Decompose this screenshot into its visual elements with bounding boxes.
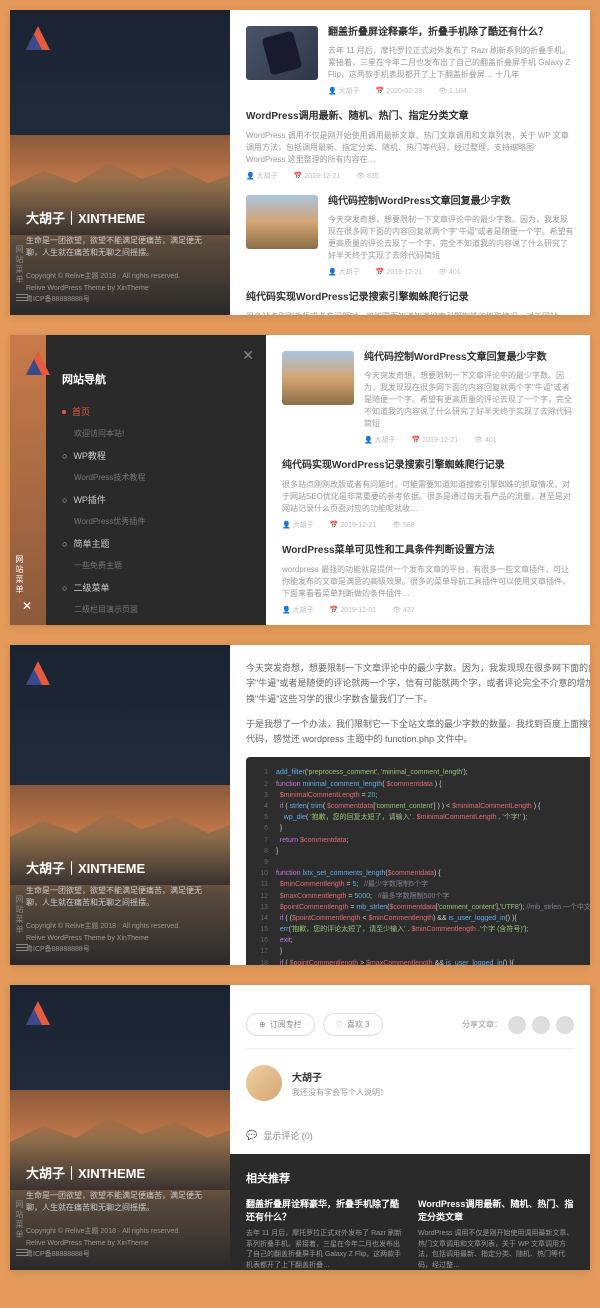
nav-panel: ✕ 网站导航 首页 欢迎访问本站! ○ WP教程 WordPress技术教程 ○… bbox=[46, 335, 266, 625]
close-icon[interactable]: ✕ bbox=[242, 347, 254, 364]
post-item[interactable]: 翻盖折叠屏诠释豪华，折叠手机除了酷还有什么？ 去年 11 月后，摩托罗拉正式对外… bbox=[246, 26, 574, 96]
like-button[interactable]: ♡ 喜欢 3 bbox=[323, 1013, 383, 1036]
avatar[interactable] bbox=[246, 1065, 282, 1101]
article-content: 今天突发奇想，想要限制一下文章评论中的最少字数。因为，我发现现在很多网下面的内容… bbox=[230, 645, 590, 965]
related-item[interactable]: 翻盖折叠屏诠释豪华，折叠手机除了酷还有什么？ 去年 11 月后，摩托罗拉正式对外… bbox=[246, 1198, 402, 1270]
site-logo[interactable] bbox=[22, 347, 54, 379]
post-title[interactable]: 纯代码控制WordPress文章回复最少字数 bbox=[328, 195, 574, 209]
comment-toggle[interactable]: 💬显示评论 (0) bbox=[246, 1117, 574, 1154]
article-footer: ⊕ 订阅专栏 ♡ 喜欢 3 分享文章： 大胡子 我还没有学会写个人说明！ 💬显示… bbox=[230, 985, 590, 1270]
comment-icon: 💬 bbox=[246, 1130, 257, 1141]
nav-title: 网站导航 bbox=[62, 371, 250, 387]
post-title[interactable]: 翻盖折叠屏诠释豪华，折叠手机除了酷还有什么？ bbox=[328, 26, 574, 40]
share-qq-icon[interactable] bbox=[556, 1016, 574, 1034]
post-thumbnail bbox=[246, 195, 318, 249]
post-thumbnail bbox=[246, 26, 318, 80]
action-bar: ⊕ 订阅专栏 ♡ 喜欢 3 分享文章： bbox=[246, 1001, 574, 1049]
related-item[interactable]: WordPress调用最新、随机、热门、指定分类文章 WordPress 调用不… bbox=[418, 1198, 574, 1270]
author-box: 大胡子 我还没有学会写个人说明！ bbox=[246, 1049, 574, 1117]
post-title[interactable]: WordPress调用最新、随机、热门、指定分类文章 bbox=[246, 110, 574, 124]
share-row: 分享文章： bbox=[462, 1016, 574, 1034]
post-item[interactable]: 纯代码实现WordPress记录搜索引擎蜘蛛爬行记录 很多站点刚刚改版或者有问题… bbox=[282, 459, 574, 530]
screenshot-article: 网站菜单 大胡子｜XINTHEME 生命是一团欲望，欲望不能满足便痛苦，满足便无… bbox=[10, 645, 590, 965]
post-thumbnail bbox=[282, 351, 354, 405]
share-weibo-icon[interactable] bbox=[532, 1016, 550, 1034]
code-block[interactable]: 1add_filter('preprocess_comment', 'minim… bbox=[246, 757, 590, 965]
site-logo[interactable] bbox=[22, 22, 54, 54]
site-logo[interactable] bbox=[22, 657, 54, 689]
article-paragraph: 于是我想了一个办法，我们限制它一下全站文章的最少字数的数量。我找到百度上面搜索到… bbox=[246, 717, 590, 748]
post-item[interactable]: WordPress菜单可见性和工具条件判断设置方法 wordpress 最强的功… bbox=[282, 544, 574, 615]
author-name[interactable]: 大胡子 bbox=[292, 1069, 388, 1084]
author-desc: 我还没有学会写个人说明！ bbox=[292, 1087, 388, 1098]
copyright: Copyright © Relive主题 2018 · All rights r… bbox=[26, 271, 214, 305]
bookmark-button[interactable]: ⊕ 订阅专栏 bbox=[246, 1013, 315, 1036]
screenshot-nav-open: 网站菜单 ✕ ✕ 网站导航 首页 欢迎访问本站! ○ WP教程 WordPres… bbox=[10, 335, 590, 625]
site-description: 生命是一团欲望，欲望不能满足便痛苦，满足便无聊，人生就在痛苦和无聊之间摇摆。 bbox=[26, 235, 214, 259]
share-wechat-icon[interactable] bbox=[508, 1016, 526, 1034]
related-title: 相关推荐 bbox=[246, 1170, 574, 1186]
sidebar: 网站菜单 大胡子｜XINTHEME 生命是一团欲望，欲望不能满足便痛苦，满足便无… bbox=[10, 645, 230, 965]
screenshot-blog-list: 网站菜单 大胡子｜XINTHEME 生命是一团欲望，欲望不能满足便痛苦，满足便无… bbox=[10, 10, 590, 315]
post-meta: 👤 大胡子📅 2020-02-23👁 1,104 bbox=[328, 86, 574, 96]
menu-label: 网站菜单 bbox=[14, 1200, 25, 1240]
post-item[interactable]: 纯代码实现WordPress记录搜索引擎蜘蛛爬行记录 很多站点刚刚改版或者有问题… bbox=[246, 291, 574, 315]
close-icon[interactable]: ✕ bbox=[22, 599, 32, 613]
main-content: 纯代码控制WordPress文章回复最少字数 今天突发奇想，想要限制一下文章评论… bbox=[266, 335, 590, 625]
sidebar: 网站菜单 大胡子｜XINTHEME 生命是一团欲望，欲望不能满足便痛苦，满足便无… bbox=[10, 985, 230, 1270]
post-item[interactable]: 纯代码控制WordPress文章回复最少字数 今天突发奇想，想要限制一下文章评论… bbox=[246, 195, 574, 277]
main-content: 翻盖折叠屏诠释豪华，折叠手机除了酷还有什么？ 去年 11 月后，摩托罗拉正式对外… bbox=[230, 10, 590, 315]
nav-item-theme[interactable]: ○ 简单主题 bbox=[62, 531, 250, 556]
post-meta: 👤 大胡子📅 2019-12-21👁 401 bbox=[328, 267, 574, 277]
post-excerpt: 去年 11 月后，摩托罗拉正式对外发布了 Razr 刷新系列的折叠手机。紧接着，… bbox=[328, 45, 574, 81]
article-paragraph: 今天突发奇想，想要限制一下文章评论中的最少字数。因为，我发现现在很多网下面的内容… bbox=[246, 661, 590, 707]
post-item[interactable]: 纯代码控制WordPress文章回复最少字数 今天突发奇想，想要限制一下文章评论… bbox=[282, 351, 574, 445]
sidebar: 网站菜单 大胡子｜XINTHEME 生命是一团欲望，欲望不能满足便痛苦，满足便无… bbox=[10, 10, 230, 315]
post-item[interactable]: WordPress调用最新、随机、热门、指定分类文章 WordPress 调用不… bbox=[246, 110, 574, 181]
site-title: 大胡子｜XINTHEME bbox=[26, 208, 214, 227]
logo-bar: 网站菜单 ✕ bbox=[10, 335, 46, 625]
nav-item-plugin[interactable]: ○ WP插件 bbox=[62, 487, 250, 512]
screenshot-article-footer: 网站菜单 大胡子｜XINTHEME 生命是一团欲望，欲望不能满足便痛苦，满足便无… bbox=[10, 985, 590, 1270]
post-title[interactable]: 纯代码实现WordPress记录搜索引擎蜘蛛爬行记录 bbox=[246, 291, 574, 305]
site-logo[interactable] bbox=[22, 997, 54, 1029]
nav-item-submenu[interactable]: ○ 二级菜单 bbox=[62, 575, 250, 600]
related-section: 相关推荐 翻盖折叠屏诠释豪华，折叠手机除了酷还有什么？ 去年 11 月后，摩托罗… bbox=[230, 1154, 590, 1270]
nav-item-home[interactable]: 首页 bbox=[62, 399, 250, 424]
nav-item-tutorial[interactable]: ○ WP教程 bbox=[62, 443, 250, 468]
post-meta: 👤 大胡子📅 2019-12-21👁 835 bbox=[246, 171, 574, 181]
post-excerpt: 很多站点刚刚改版或者有问题时，可能需要知道知道搜索引擎蜘蛛的抓取情况，对于网站S… bbox=[246, 311, 574, 315]
post-excerpt: 今天突发奇想，想要限制一下文章评论中的最少字数。因为，我发现现在很多网下面的内容… bbox=[328, 214, 574, 262]
menu-label: 网站菜单 bbox=[14, 245, 25, 285]
menu-label: 网站菜单 bbox=[14, 895, 25, 935]
menu-label: 网站菜单 bbox=[14, 555, 25, 595]
post-excerpt: WordPress 调用不仅是刚开始使用调用最新文章、热门文章调用和文章列表，关… bbox=[246, 130, 574, 166]
